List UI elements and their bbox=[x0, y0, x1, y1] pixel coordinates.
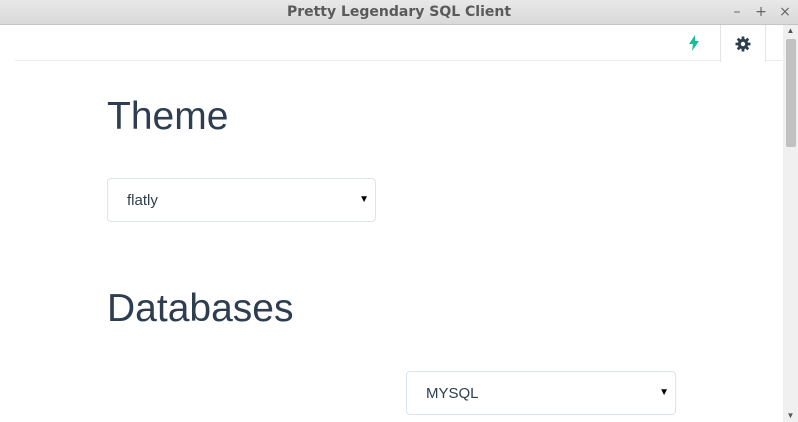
database-type-value: MYSQL bbox=[426, 385, 479, 402]
gear-icon bbox=[735, 36, 751, 51]
window-controls: – + × bbox=[730, 0, 792, 25]
caret-down-icon: ▼ bbox=[359, 194, 369, 205]
scroll-up-arrow-icon[interactable]: ▲ bbox=[783, 25, 798, 37]
bolt-icon bbox=[689, 35, 699, 51]
maximize-button[interactable]: + bbox=[754, 0, 768, 25]
database-type-select[interactable]: MYSQL ▼ bbox=[406, 371, 676, 415]
window-title: Pretty Legendary SQL Client bbox=[286, 4, 512, 20]
app-toolbar bbox=[15, 25, 782, 62]
theme-select-value: flatly bbox=[127, 192, 158, 209]
connections-button[interactable] bbox=[671, 25, 717, 61]
scroll-thumb[interactable] bbox=[786, 39, 796, 147]
window-titlebar: Pretty Legendary SQL Client – + × bbox=[0, 0, 798, 25]
caret-down-icon: ▼ bbox=[659, 387, 669, 398]
minimize-button[interactable]: – bbox=[730, 0, 744, 25]
close-button[interactable]: × bbox=[778, 0, 792, 25]
databases-heading: Databases bbox=[107, 287, 294, 330]
vertical-scrollbar[interactable]: ▲ ▼ bbox=[783, 25, 798, 422]
theme-select[interactable]: flatly ▼ bbox=[107, 178, 376, 222]
scroll-down-arrow-icon[interactable]: ▼ bbox=[783, 410, 798, 422]
theme-heading: Theme bbox=[107, 95, 229, 138]
settings-button[interactable] bbox=[720, 25, 766, 62]
